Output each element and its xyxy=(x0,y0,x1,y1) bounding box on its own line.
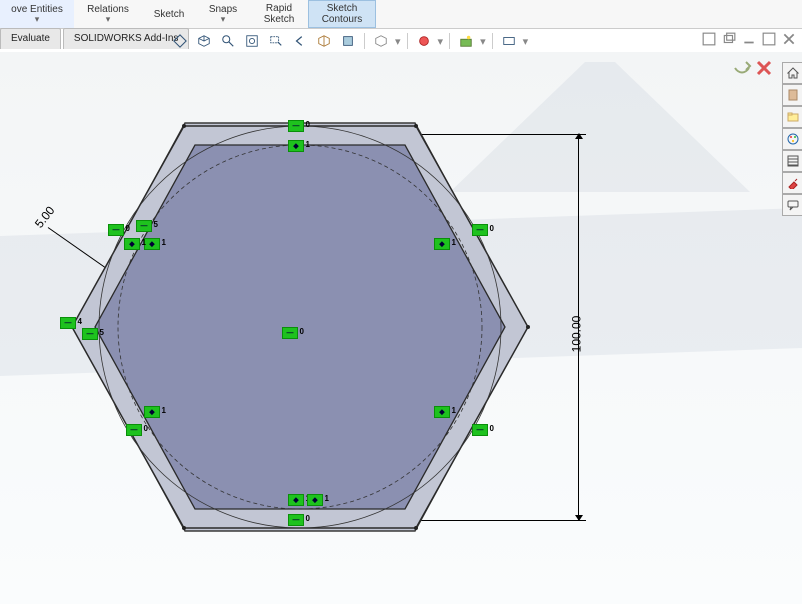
relation-tangent-icon[interactable]: ◆ xyxy=(434,238,450,250)
relation-horizontal-icon[interactable]: — xyxy=(108,224,124,236)
dropdown-indicator: ▾ xyxy=(480,35,486,48)
section-view-icon[interactable] xyxy=(314,31,334,51)
separator xyxy=(492,33,493,49)
relation-tangent-icon[interactable]: ◆ xyxy=(288,140,304,152)
zoom-area-icon[interactable] xyxy=(266,31,286,51)
relation-coincident-icon[interactable]: — xyxy=(82,328,98,340)
tab-evaluate[interactable]: Evaluate xyxy=(0,28,61,49)
separator xyxy=(407,33,408,49)
hide-show-icon[interactable] xyxy=(371,31,391,51)
snaps-dropdown[interactable]: Snaps ▾ xyxy=(196,0,250,28)
sketch-geometry xyxy=(0,52,802,604)
zoom-to-fit-icon[interactable] xyxy=(242,31,262,51)
relation-tangent-icon[interactable]: ◆ xyxy=(307,494,323,506)
maximize-icon[interactable] xyxy=(760,30,778,48)
document-window-controls xyxy=(700,30,798,48)
separator xyxy=(449,33,450,49)
rapid-sketch-label: Rapid Sketch xyxy=(264,3,295,25)
command-tabs: Evaluate SOLIDWORKS Add-Ins xyxy=(0,28,191,48)
dropdown-indicator: ▾ xyxy=(395,35,401,48)
relation-coincident-icon[interactable]: — xyxy=(60,317,76,329)
rapid-sketch-button[interactable]: Rapid Sketch xyxy=(250,0,308,28)
sketch-label: Sketch xyxy=(154,9,185,20)
relation-coincident-icon[interactable]: — xyxy=(136,220,152,232)
previous-view-icon[interactable] xyxy=(290,31,310,51)
sketch-button-1[interactable]: Sketch xyxy=(142,0,196,28)
heads-up-toolbar: ▾ ▾ ▾ ▾ xyxy=(170,30,528,52)
isometric-icon[interactable] xyxy=(194,31,214,51)
tab-evaluate-label: Evaluate xyxy=(11,33,50,44)
relation-horizontal-icon[interactable]: — xyxy=(288,514,304,526)
dropdown-indicator: ▾ xyxy=(106,15,111,24)
orient-view-icon[interactable] xyxy=(170,31,190,51)
relation-tangent-icon[interactable]: ◆ xyxy=(434,406,450,418)
relation-horizontal-icon[interactable]: — xyxy=(288,120,304,132)
appearance-icon[interactable] xyxy=(414,31,434,51)
minimize-icon[interactable] xyxy=(740,30,758,48)
relation-tangent-icon[interactable]: ◆ xyxy=(144,406,160,418)
dropdown-indicator: ▾ xyxy=(221,15,226,24)
ribbon-bar: ove Entities ▾ Relations ▾ Sketch Snaps … xyxy=(0,0,802,29)
relation-horizontal-icon[interactable]: — xyxy=(472,224,488,236)
scene-icon[interactable] xyxy=(456,31,476,51)
tab-addins-label: SOLIDWORKS Add-Ins xyxy=(74,33,178,44)
graphics-viewport[interactable]: 100.00 5.00 ✱ — ◆ — ◆ — ◆ — ◆ ◆ xyxy=(0,52,802,604)
window-restore-icon[interactable] xyxy=(720,30,738,48)
relation-tangent-icon[interactable]: ◆ xyxy=(124,238,140,250)
zoom-icon[interactable] xyxy=(218,31,238,51)
close-icon[interactable] xyxy=(780,30,798,48)
relation-horizontal-icon[interactable]: — xyxy=(126,424,142,436)
sketch-contours-button[interactable]: Sketch Contours xyxy=(308,0,376,28)
dropdown-indicator: ▾ xyxy=(35,15,40,24)
relation-horizontal-icon[interactable]: — xyxy=(472,424,488,436)
dropdown-indicator: ▾ xyxy=(523,35,529,48)
render-icon[interactable] xyxy=(499,31,519,51)
relations-dropdown[interactable]: Relations ▾ xyxy=(74,0,142,28)
sketch-contours-label: Sketch Contours xyxy=(322,3,363,25)
window-menu-icon[interactable] xyxy=(700,30,718,48)
dropdown-indicator: ▾ xyxy=(438,35,444,48)
relation-tangent-icon[interactable]: ◆ xyxy=(288,494,304,506)
relation-coincident-icon[interactable]: — xyxy=(282,327,298,339)
relation-tangent-icon[interactable]: ◆ xyxy=(144,238,160,250)
move-entities-button[interactable]: ove Entities ▾ xyxy=(0,0,74,28)
separator xyxy=(364,33,365,49)
display-style-icon[interactable] xyxy=(338,31,358,51)
